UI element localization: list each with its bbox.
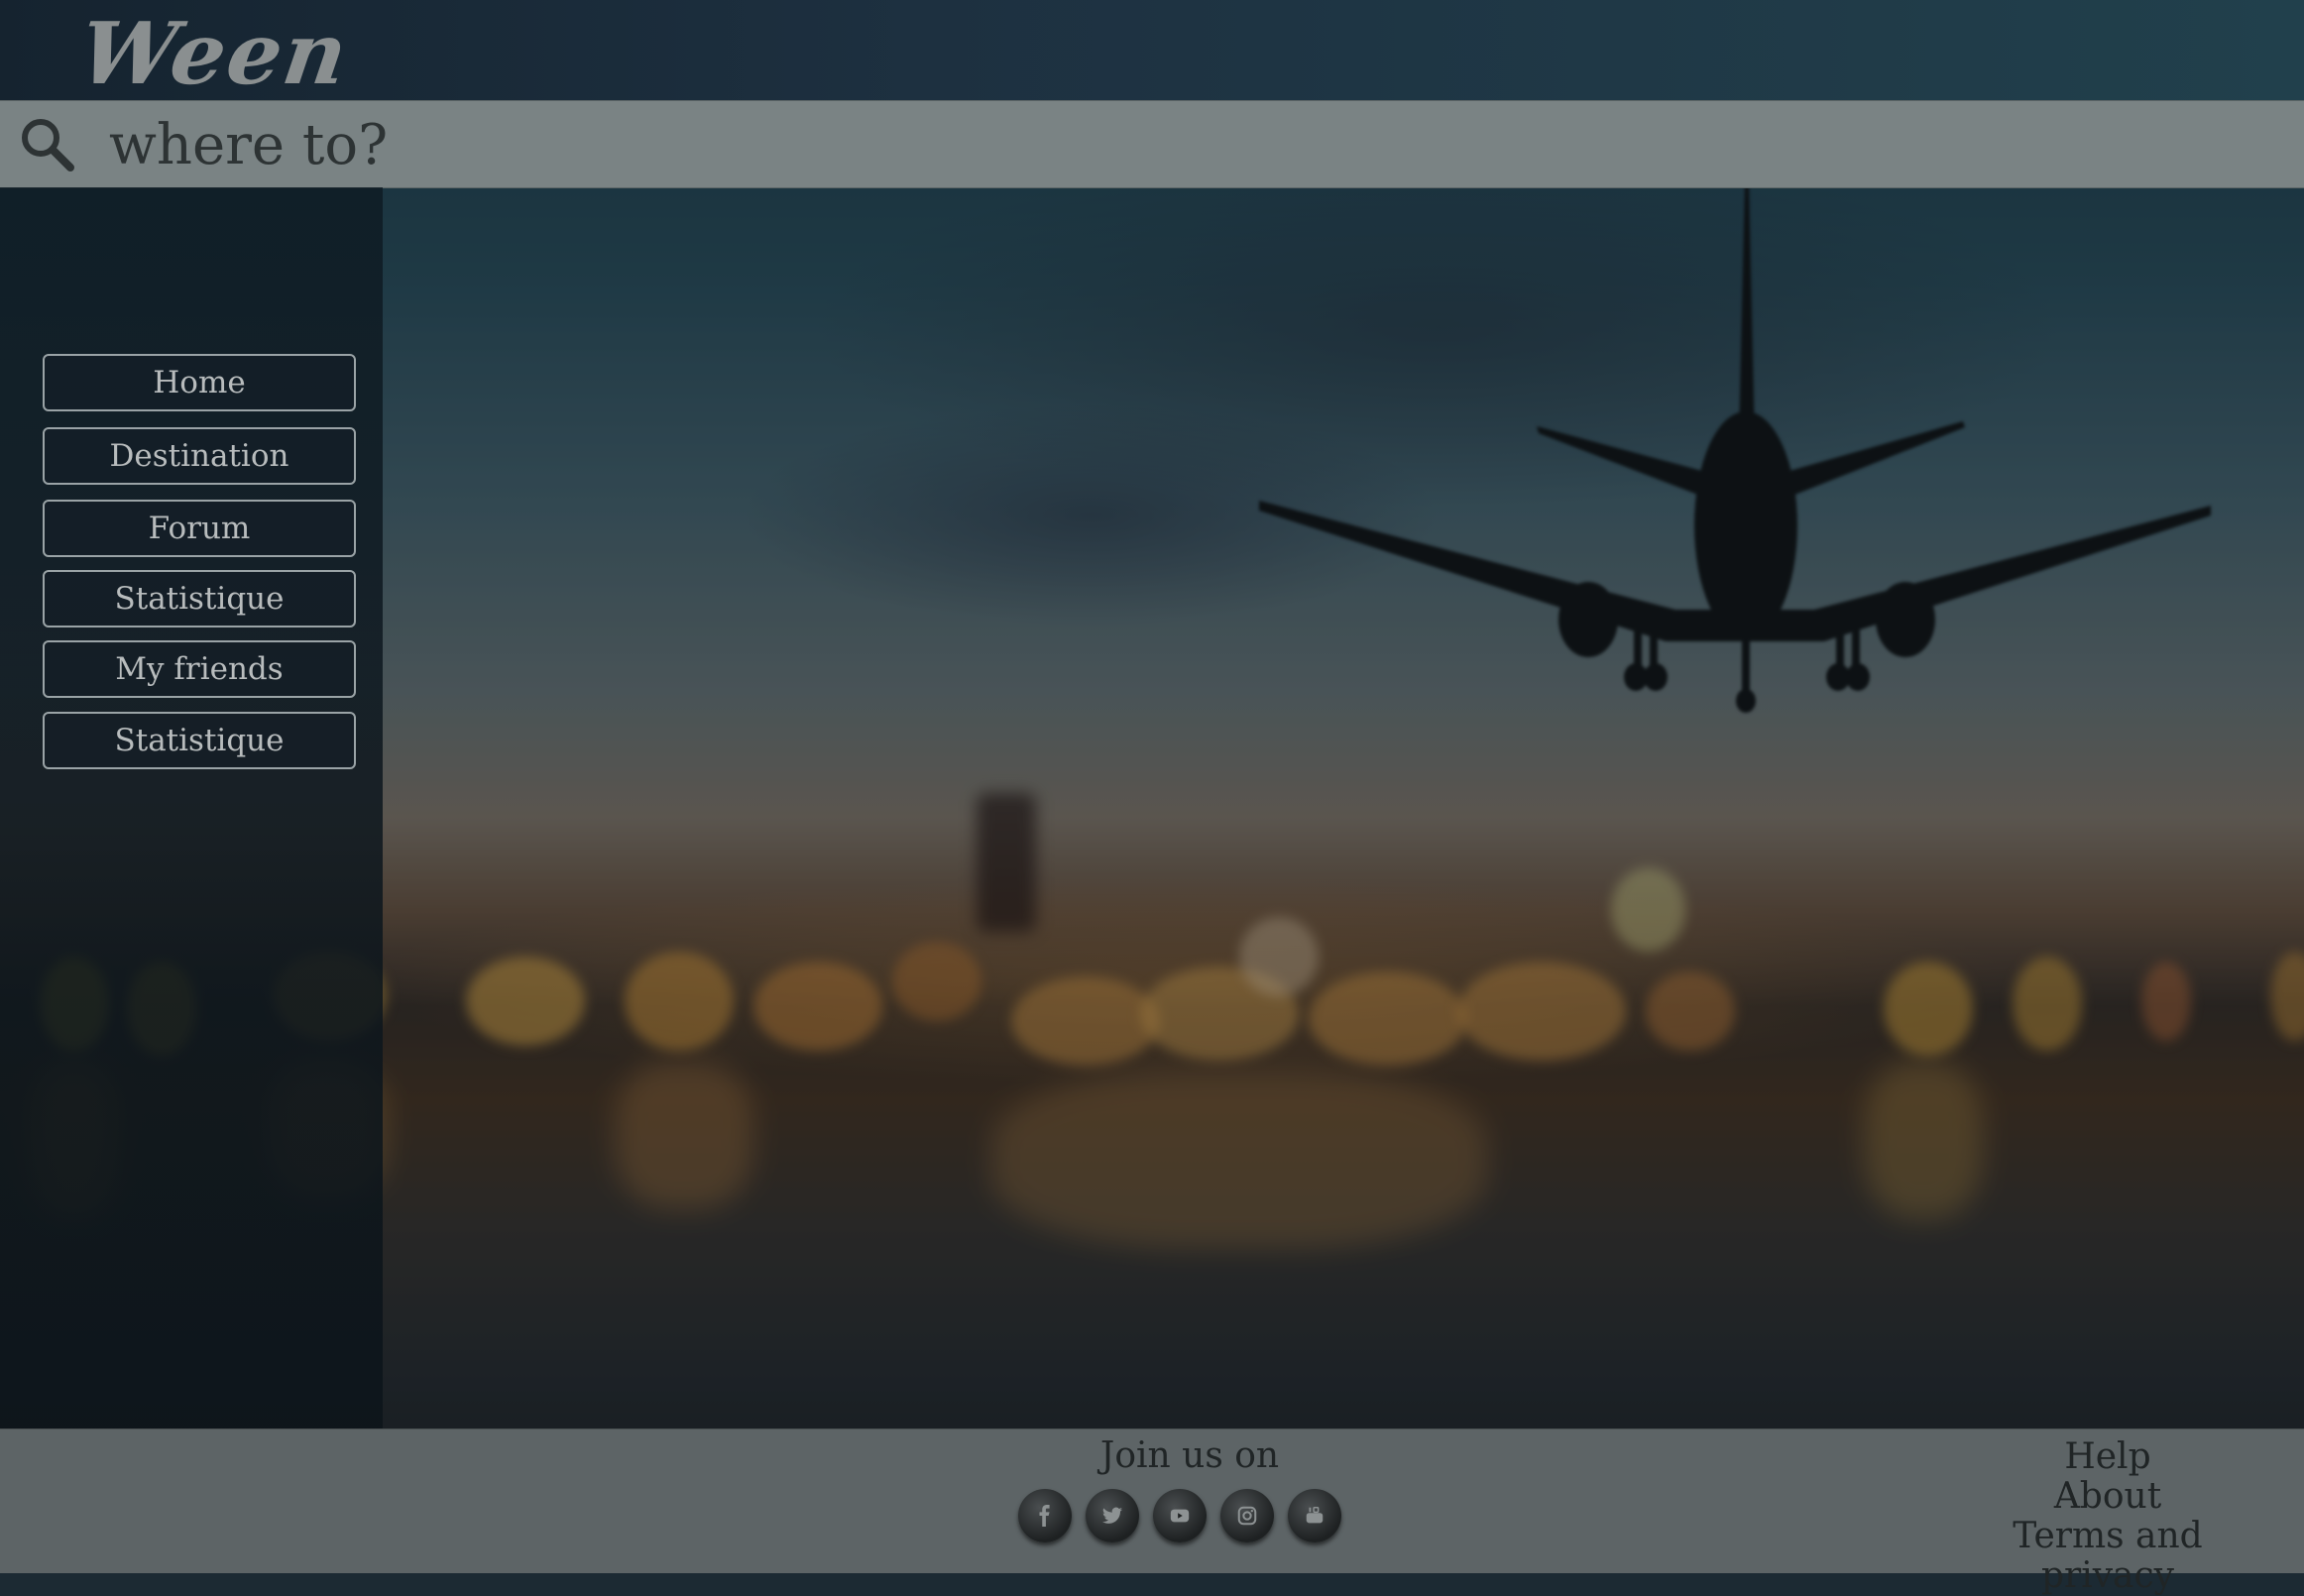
search-icon[interactable] [18, 115, 75, 172]
search-bar [0, 100, 2304, 188]
join-us-label: Join us on [1099, 1435, 1280, 1476]
footer-links: Help About Terms and privacy [1959, 1437, 2256, 1596]
sidebar-item-statistique-2[interactable]: Statistique [43, 712, 356, 769]
youtube-icon[interactable] [1153, 1489, 1207, 1542]
about-link[interactable]: About [1959, 1477, 2256, 1517]
footer: Join us on Help About Terms and privacy [0, 1428, 2304, 1596]
social-links [1018, 1489, 1341, 1542]
youtube-legacy-icon[interactable] [1288, 1489, 1341, 1542]
sidebar-item-my-friends[interactable]: My friends [43, 640, 356, 698]
site-logo[interactable]: Ween [73, 0, 356, 104]
sidebar-item-forum[interactable]: Forum [43, 500, 356, 557]
sidebar-nav: Home Destination Forum Statistique My fr… [0, 187, 383, 1428]
sidebar-item-destination[interactable]: Destination [43, 427, 356, 485]
facebook-icon[interactable] [1018, 1489, 1072, 1542]
terms-link[interactable]: Terms and privacy [1959, 1517, 2256, 1596]
sidebar-item-statistique[interactable]: Statistique [43, 570, 356, 627]
instagram-icon[interactable] [1220, 1489, 1274, 1542]
twitter-icon[interactable] [1086, 1489, 1139, 1542]
search-input[interactable] [107, 105, 1598, 184]
sidebar-item-home[interactable]: Home [43, 354, 356, 411]
help-link[interactable]: Help [1959, 1437, 2256, 1477]
top-header: Ween [0, 0, 2304, 104]
